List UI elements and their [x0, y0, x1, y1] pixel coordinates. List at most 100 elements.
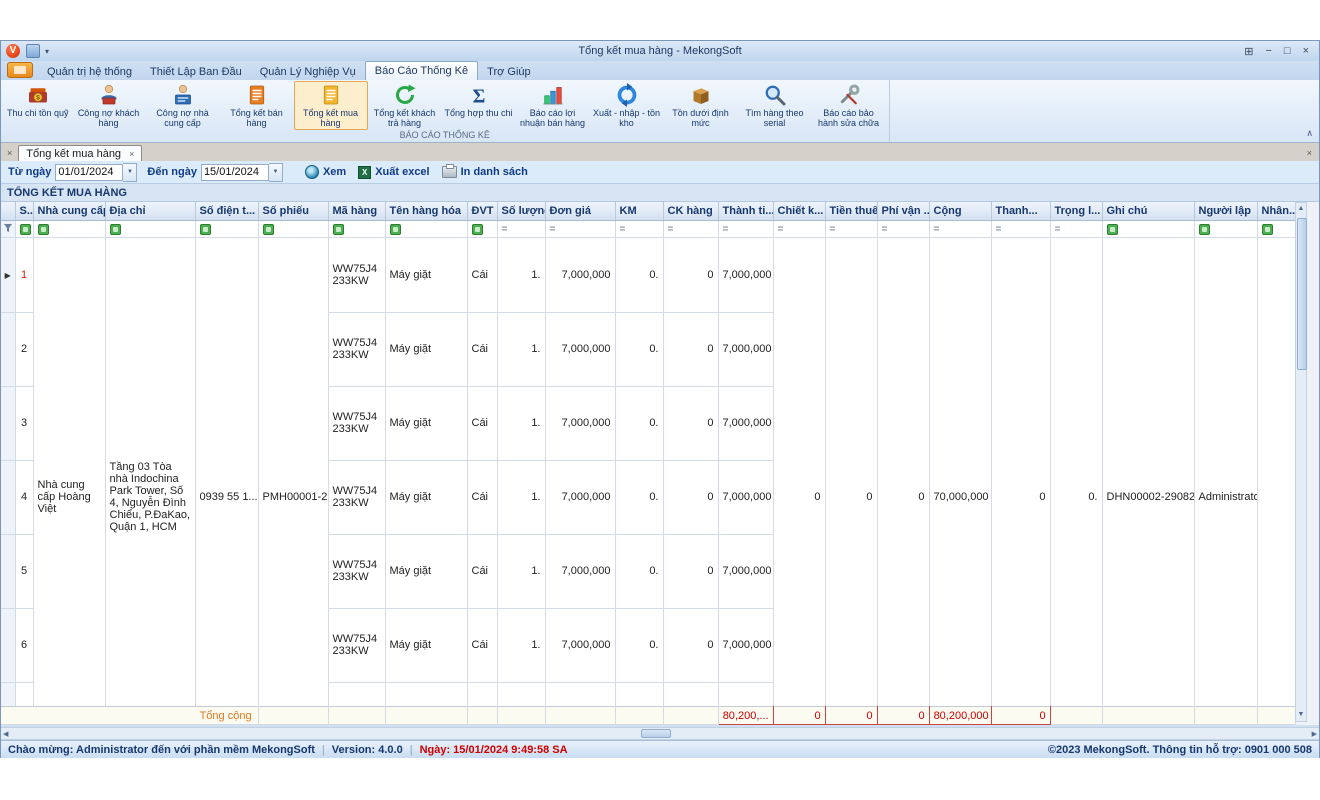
print-list-button[interactable]: In danh sách [442, 166, 528, 178]
cell-ck-hang[interactable]: 0 [663, 238, 718, 312]
cell-don-gia[interactable]: 7,000,000 [545, 608, 615, 682]
cell-ma-hang[interactable]: WW75J4233KW [328, 534, 385, 608]
cell-stt[interactable]: 4 [15, 460, 33, 534]
cell-dvt[interactable]: Cái [467, 682, 497, 706]
cell-don-gia[interactable]: 7,000,000 [545, 238, 615, 312]
ribbon-tab-tro-giup[interactable]: Trợ Giúp [478, 63, 539, 80]
filter-cell-nhan-vien[interactable] [1257, 221, 1295, 238]
cell-tien-thue[interactable]: 0 [825, 238, 877, 706]
quick-access-icon[interactable] [26, 44, 40, 58]
filter-cell-trong-luong[interactable]: = [1050, 221, 1102, 238]
cell-km[interactable]: 0. [615, 534, 663, 608]
cell-ten-hang-hoa[interactable]: Máy giặt [385, 682, 467, 706]
filter-cell-dia-chi[interactable] [105, 221, 195, 238]
scroll-up-icon[interactable]: ▲ [1298, 203, 1305, 215]
filter-row-funnel-icon[interactable] [1, 221, 15, 238]
filter-cell-chiet-khau[interactable]: = [773, 221, 825, 238]
cell-nha-cung-cap[interactable]: Nhà cung cấp Hoàng Việt [33, 238, 105, 706]
cell-ck-hang[interactable]: 0 [663, 608, 718, 682]
cell-ck-hang[interactable]: 0 [663, 460, 718, 534]
cell-ten-hang-hoa[interactable]: Máy giặt [385, 238, 467, 312]
cell-thanh-tien[interactable]: 7,000,000 [718, 534, 773, 608]
cell-ma-hang[interactable]: WW75J4233KW [328, 608, 385, 682]
cell-ten-hang-hoa[interactable]: Máy giặt [385, 608, 467, 682]
col-header-nha-cung-cap[interactable]: Nhà cung cấp [33, 202, 105, 221]
cell-cong[interactable]: 70,000,000 [929, 238, 991, 706]
col-header-thanh-toan[interactable]: Thanh... [991, 202, 1050, 221]
cell-stt[interactable]: 3 [15, 386, 33, 460]
cell-don-gia[interactable]: 7,000,000 [545, 386, 615, 460]
cell-nhan-vien[interactable] [1257, 238, 1295, 706]
ribbon-button-cong-no-nha-cung-cap[interactable]: Công nợ nhà cung cấp [146, 81, 220, 130]
filter-cell-so-dien-thoai[interactable] [195, 221, 258, 238]
cell-km[interactable]: 0. [615, 460, 663, 534]
cell-km[interactable]: 0. [615, 682, 663, 706]
col-header-trong-luong[interactable]: Trọng l... [1050, 202, 1102, 221]
cell-km[interactable]: 0. [615, 608, 663, 682]
ribbon-button-bao-cao-loi-nhuan[interactable]: Báo cáo lợi nhuận bán hàng [516, 81, 590, 130]
doc-tab-close-right-icon[interactable]: × [1305, 148, 1315, 161]
cell-don-gia[interactable]: 7,000,000 [545, 460, 615, 534]
cell-ma-hang[interactable]: WW75J4233KW [328, 312, 385, 386]
col-header-ma-hang[interactable]: Mã hàng [328, 202, 385, 221]
ribbon-button-tong-ket-khach-tra-hang[interactable]: Tổng kết khách trả hàng [368, 81, 442, 130]
export-excel-button[interactable]: X Xuất excel [358, 166, 429, 179]
cell-thanh-tien[interactable]: 7,000,000 [718, 238, 773, 312]
horizontal-scroll-thumb[interactable] [641, 729, 671, 738]
cell-dia-chi[interactable]: Tầng 03 Tòa nhà Indochina Park Tower, Số… [105, 238, 195, 706]
filter-cell-ghi-chu[interactable] [1102, 221, 1194, 238]
cell-dvt[interactable]: Cái [467, 460, 497, 534]
filter-cell-nguoi-lap[interactable] [1194, 221, 1257, 238]
cell-dvt[interactable]: Cái [467, 238, 497, 312]
col-header-thanh-tien[interactable]: Thành ti... [718, 202, 773, 221]
cell-so-phieu[interactable]: PMH00001-2... [258, 238, 328, 706]
filter-cell-ck-hang[interactable]: = [663, 221, 718, 238]
filter-cell-thanh-tien[interactable]: = [718, 221, 773, 238]
cell-thanh-tien[interactable]: 7,000,000 [718, 386, 773, 460]
cell-ghi-chu[interactable]: DHN00002-290823 [1102, 238, 1194, 706]
cell-chiet-khau[interactable]: 0 [773, 238, 825, 706]
cell-nguoi-lap[interactable]: Administrator [1194, 238, 1257, 706]
filter-cell-thanh-toan[interactable]: = [991, 221, 1050, 238]
cell-stt[interactable]: 7 [15, 682, 33, 706]
cell-km[interactable]: 0. [615, 386, 663, 460]
filter-cell-km[interactable]: = [615, 221, 663, 238]
cell-thanh-tien[interactable]: 7,000,000 [718, 682, 773, 706]
cell-thanh-toan[interactable]: 0 [991, 238, 1050, 706]
minimize-button[interactable]: − [1265, 45, 1271, 58]
vertical-scrollbar[interactable]: ▲ ▼ [1295, 202, 1307, 722]
ribbon-tab-quan-ly-nghiep-vu[interactable]: Quản Lý Nghiệp Vụ [251, 63, 365, 80]
cell-so-luong[interactable]: 1. [497, 460, 545, 534]
cell-ck-hang[interactable]: 0 [663, 386, 718, 460]
cell-don-gia[interactable]: 7,000,000 [545, 534, 615, 608]
ribbon-button-xuat-nhap-ton-kho[interactable]: Xuất - nhập - tồn kho [590, 81, 664, 130]
filter-cell-don-gia[interactable]: = [545, 221, 615, 238]
cell-ten-hang-hoa[interactable]: Máy giặt [385, 534, 467, 608]
filter-cell-so-luong[interactable]: = [497, 221, 545, 238]
col-header-tien-thue[interactable]: Tiền thuế [825, 202, 877, 221]
ribbon-button-cong-no-khach-hang[interactable]: Công nợ khách hàng [72, 81, 146, 130]
cell-dvt[interactable]: Cái [467, 534, 497, 608]
cell-ten-hang-hoa[interactable]: Máy giặt [385, 312, 467, 386]
cell-stt[interactable]: 6 [15, 608, 33, 682]
filter-cell-stt[interactable] [15, 221, 33, 238]
cell-ten-hang-hoa[interactable]: Máy giặt [385, 460, 467, 534]
col-header-dia-chi[interactable]: Địa chỉ [105, 202, 195, 221]
col-header-ten-hang-hoa[interactable]: Tên hàng hóa [385, 202, 467, 221]
cell-dvt[interactable]: Cái [467, 386, 497, 460]
close-button[interactable]: × [1303, 45, 1309, 58]
col-header-phi-van-chuyen[interactable]: Phí vận ... [877, 202, 929, 221]
cell-stt[interactable]: 1 [15, 238, 33, 312]
ribbon-button-tong-hop-thu-chi[interactable]: Σ Tổng hợp thu chi [442, 81, 516, 120]
horizontal-scrollbar[interactable]: ◀ ▶ [1, 727, 1319, 740]
cell-km[interactable]: 0. [615, 312, 663, 386]
cell-thanh-tien[interactable]: 7,000,000 [718, 608, 773, 682]
filter-cell-ma-hang[interactable] [328, 221, 385, 238]
cell-dvt[interactable]: Cái [467, 608, 497, 682]
quick-access-caret-icon[interactable]: ▾ [45, 47, 49, 56]
filter-cell-nha-cung-cap[interactable] [33, 221, 105, 238]
view-button[interactable]: Xem [305, 165, 346, 179]
cell-ck-hang[interactable]: 0 [663, 682, 718, 706]
cell-don-gia[interactable]: 7,000,000 [545, 312, 615, 386]
scroll-right-icon[interactable]: ▶ [1312, 730, 1317, 738]
